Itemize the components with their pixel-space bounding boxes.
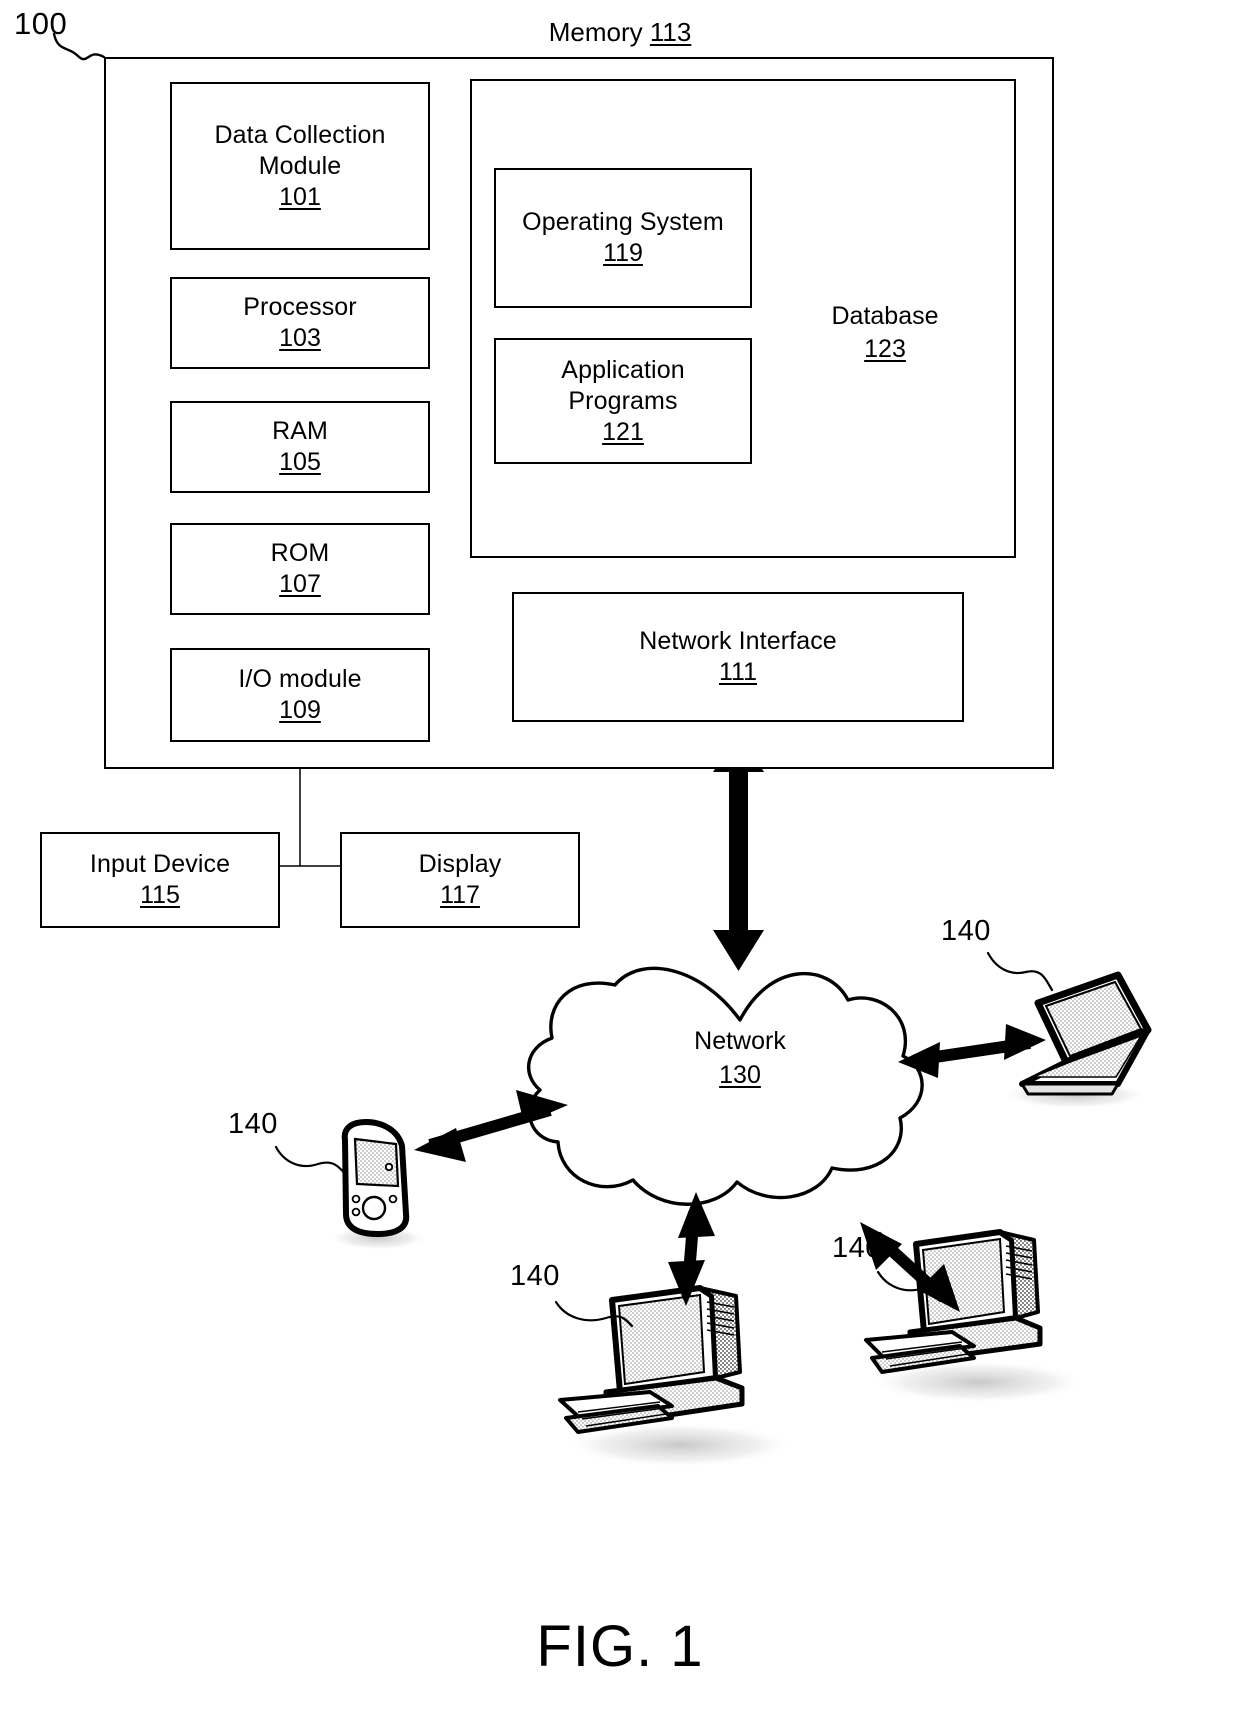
input-device-label: Input Device xyxy=(89,850,231,878)
processor-box: Processor 103 xyxy=(170,277,430,369)
rom-number: 107 xyxy=(279,570,321,598)
figure-caption: FIG. 1 xyxy=(536,1614,704,1679)
io-module-box: I/O module 109 xyxy=(170,648,430,742)
network-interface-number: 111 xyxy=(718,658,757,686)
application-programs-number: 121 xyxy=(602,417,644,446)
network-interface-label: Network Interface xyxy=(639,627,837,655)
io-module-number: 109 xyxy=(279,696,321,724)
ram-box: RAM 105 xyxy=(170,401,430,493)
reference-numeral-140-laptop: 140 xyxy=(941,915,991,947)
ram-label: RAM xyxy=(272,417,328,445)
mobile-phone-device-icon xyxy=(330,1119,426,1250)
reference-numeral-140-desktop-center: 140 xyxy=(510,1260,560,1292)
operating-system-box: Operating System 119 xyxy=(494,168,752,308)
desktop-center-device-icon xyxy=(558,1285,792,1467)
leader-line-140-laptop xyxy=(986,951,1054,992)
leader-line-140-phone xyxy=(274,1145,349,1178)
data-collection-module-box: Data Collection Module 101 xyxy=(170,82,430,250)
memory-title-label: Memory xyxy=(548,17,643,47)
patent-figure: 100 Data Collection Module 101 Processor… xyxy=(0,0,1240,1722)
application-programs-label: Application Programs xyxy=(561,355,685,415)
io-module-label: I/O module xyxy=(238,665,362,693)
data-collection-module-number: 101 xyxy=(279,182,321,211)
operating-system-number: 119 xyxy=(603,239,643,267)
display-label: Display xyxy=(418,850,502,878)
phone-cloud-arrow xyxy=(414,1090,568,1162)
data-collection-module-label: Data Collection Module xyxy=(214,120,386,180)
desktop-right-device-icon xyxy=(864,1229,1084,1403)
processor-label: Processor xyxy=(243,293,357,321)
memory-title-number: 113 xyxy=(649,17,692,47)
input-device-box: Input Device 115 xyxy=(40,832,280,928)
operating-system-label: Operating System xyxy=(522,208,724,236)
network-number: 130 xyxy=(719,1060,761,1089)
rom-box: ROM 107 xyxy=(170,523,430,615)
application-programs-box: Application Programs 121 xyxy=(494,338,752,464)
network-label: Network xyxy=(694,1027,786,1055)
input-device-number: 115 xyxy=(140,881,180,909)
processor-number: 103 xyxy=(279,324,321,352)
database-number: 123 xyxy=(864,334,906,363)
display-number: 117 xyxy=(440,881,480,909)
database-label-group: Database 123 xyxy=(796,300,974,365)
reference-numeral-140-phone: 140 xyxy=(228,1108,278,1140)
reference-numeral-140-desktop-right: 140 xyxy=(832,1232,882,1264)
leader-line-140-desktop-right xyxy=(876,1270,950,1298)
memory-title: Memory 113 xyxy=(0,17,1240,48)
network-cloud-label-group: Network 130 xyxy=(640,1025,840,1093)
laptop-device-icon xyxy=(1003,971,1152,1109)
network-interface-box: Network Interface 111 xyxy=(512,592,964,722)
display-box: Display 117 xyxy=(340,832,580,928)
rom-label: ROM xyxy=(270,539,330,567)
database-label: Database xyxy=(831,302,939,330)
desktop-center-cloud-arrow xyxy=(668,1192,715,1306)
ram-number: 105 xyxy=(279,448,321,476)
leader-line-140-desktop-center xyxy=(554,1300,634,1328)
laptop-cloud-arrow xyxy=(898,1024,1046,1078)
